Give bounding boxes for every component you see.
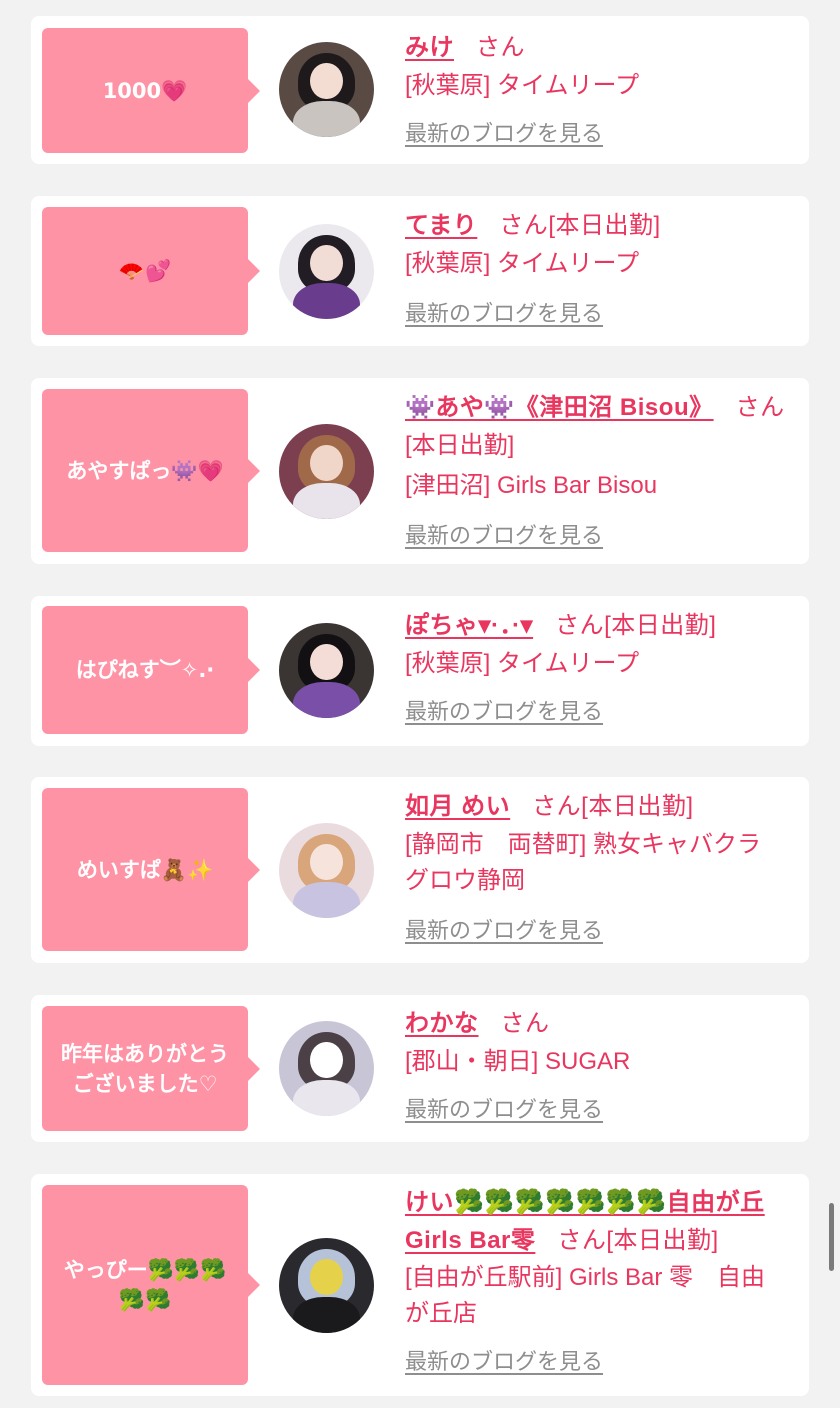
honorific: さん	[557, 1227, 607, 1254]
latest-blog-link[interactable]: 最新のブログを見る	[405, 913, 603, 945]
scrollbar[interactable]	[829, 1203, 834, 1271]
message-bubble: はぴねす︶✧.·	[42, 606, 260, 734]
honorific: さん	[735, 394, 785, 421]
list-item: やっぴー🥦🥦🥦🥦🥦 けい🥦🥦🥦🥦🥦🥦🥦自由が丘Girls Bar零 さん[本日出勤…	[31, 1174, 809, 1396]
honorific: さん	[476, 34, 525, 61]
status-badge: [本日出勤]	[548, 212, 661, 239]
shop-name-cont: グロウ静岡	[405, 867, 525, 894]
cast-name-link[interactable]: てまり	[405, 212, 477, 239]
list-item: はぴねす︶✧.· ぽちゃ▾·．·▾ さん[本日出勤] [秋葉原] タイムリープ 最…	[31, 596, 809, 746]
message-text: やっぴー🥦🥦🥦🥦🥦	[63, 1258, 227, 1312]
message-text: 昨年はありがとうございました♡	[61, 1041, 229, 1096]
message-text: あやすぱっ👾💗	[66, 458, 224, 483]
list-item: 昨年はありがとうございました♡ わかな さん [郡山・朝日] SUGAR 最新のブ…	[31, 995, 809, 1142]
honorific: さん	[500, 1010, 550, 1037]
latest-blog-link[interactable]: 最新のブログを見る	[405, 1344, 603, 1376]
shop-name-cont: が丘店	[405, 1300, 477, 1327]
message-text: 1000💗	[102, 78, 188, 103]
list-item: あやすぱっ👾💗 👾あや👾《津田沼 Bisou》 さん [本日出勤] [津田沼] G…	[31, 378, 809, 564]
cast-name-link[interactable]: 👾あや👾《津田沼 Bisou》	[405, 394, 714, 421]
shop-name: [自由が丘駅前] Girls Bar 零 自由	[405, 1264, 766, 1291]
message-bubble: やっぴー🥦🥦🥦🥦🥦	[42, 1185, 260, 1385]
message-text: めいすぱ🧸✨	[76, 857, 214, 882]
cast-name-link[interactable]: みけ	[405, 34, 454, 61]
avatar[interactable]	[279, 1021, 374, 1116]
cast-name-link[interactable]: わかな	[405, 1010, 479, 1037]
list-item: めいすぱ🧸✨ 如月 めい さん[本日出勤] [静岡市 両替町] 熟女キャバクラ グ…	[31, 777, 809, 963]
avatar[interactable]	[279, 424, 374, 519]
status-badge: [本日出勤]	[604, 612, 717, 639]
status-badge: [本日出勤]	[606, 1227, 719, 1254]
list-item: 1000💗 みけ さん [秋葉原] タイムリープ 最新のブログを見る	[31, 16, 809, 164]
shop-name: [秋葉原] タイムリープ	[405, 650, 640, 677]
avatar[interactable]	[279, 42, 374, 137]
latest-blog-link[interactable]: 最新のブログを見る	[405, 116, 603, 148]
avatar[interactable]	[279, 823, 374, 918]
message-text: 🪭💕	[118, 259, 172, 283]
latest-blog-link[interactable]: 最新のブログを見る	[405, 1092, 603, 1124]
shop-name: [郡山・朝日] SUGAR	[405, 1048, 631, 1075]
message-bubble: 昨年はありがとうございました♡	[42, 1006, 260, 1131]
message-bubble: 1000💗	[42, 28, 260, 153]
message-bubble: 🪭💕	[42, 207, 260, 335]
honorific: さん	[532, 793, 582, 820]
shop-name: [津田沼] Girls Bar Bisou	[405, 472, 658, 499]
shop-name: [秋葉原] タイムリープ	[405, 72, 640, 99]
avatar[interactable]	[279, 224, 374, 319]
list-item: 🪭💕 てまり さん[本日出勤] [秋葉原] タイムリープ 最新のブログを見る	[31, 196, 809, 346]
cast-name-link[interactable]: 如月 めい	[405, 793, 510, 820]
message-text: はぴねす︶✧.·	[75, 658, 215, 682]
honorific: さん	[499, 212, 549, 239]
latest-blog-link[interactable]: 最新のブログを見る	[405, 694, 603, 726]
shop-name: [秋葉原] タイムリープ	[405, 250, 640, 277]
avatar[interactable]	[279, 1238, 374, 1333]
latest-blog-link[interactable]: 最新のブログを見る	[405, 296, 603, 328]
message-bubble: あやすぱっ👾💗	[42, 389, 260, 552]
shop-name: [静岡市 両替町] 熟女キャバクラ	[405, 831, 762, 858]
status-badge: [本日出勤]	[581, 793, 694, 820]
blog-list: 1000💗 みけ さん [秋葉原] タイムリープ 最新のブログを見る 🪭💕 てまり	[0, 0, 840, 1408]
message-bubble: めいすぱ🧸✨	[42, 788, 260, 951]
cast-name-link[interactable]: ぽちゃ▾·．·▾	[405, 612, 533, 639]
status-badge: [本日出勤]	[405, 432, 515, 459]
latest-blog-link[interactable]: 最新のブログを見る	[405, 518, 603, 550]
honorific: さん	[555, 612, 605, 639]
avatar[interactable]	[279, 623, 374, 718]
